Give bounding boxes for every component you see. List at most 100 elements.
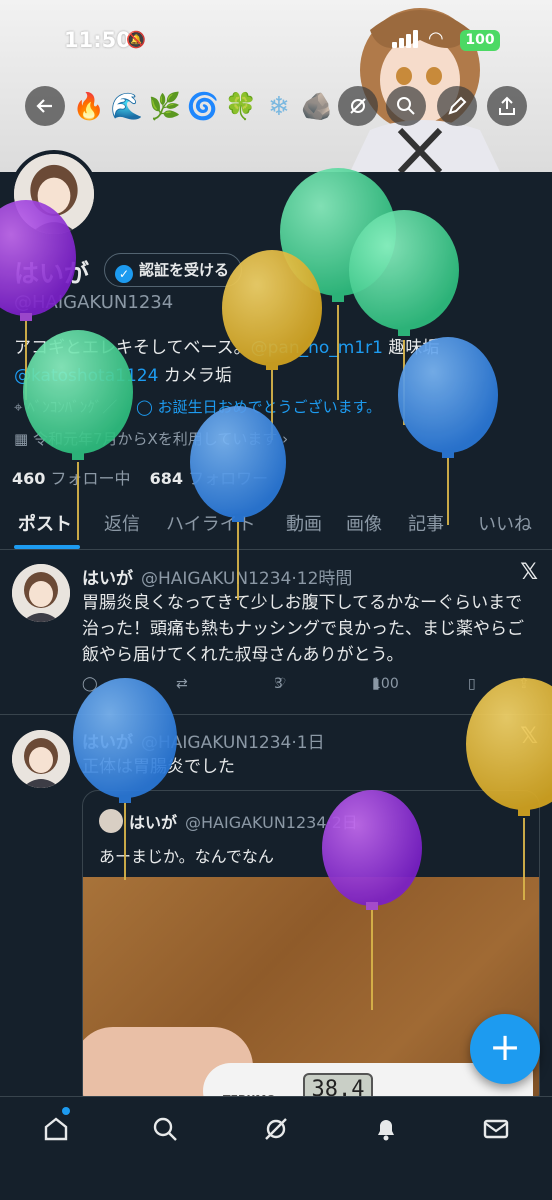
post-author: はいが @HAIGAKUN1234·12時間 xyxy=(82,564,352,589)
x-logo-icon: 𝕏 xyxy=(520,560,538,585)
view-count: 100 xyxy=(372,676,399,692)
author-name: はいが xyxy=(82,733,133,753)
location-icon: ⌖ xyxy=(14,398,23,416)
active-tab-indicator xyxy=(14,545,80,549)
bio-text: カメラ垢 xyxy=(158,366,232,386)
calendar-icon: ▦ xyxy=(14,430,29,448)
profile-tabs: ポスト 返信 ハイライト 動画 画像 記事 いいね xyxy=(0,500,552,550)
wifi-icon: ◠ xyxy=(428,28,444,49)
nav-home[interactable] xyxy=(36,1109,76,1149)
repost-icon[interactable]: ⇄ xyxy=(176,676,188,692)
tab-likes[interactable]: いいね xyxy=(478,510,532,536)
author-name: はいが xyxy=(129,813,178,832)
thermometer-photo[interactable]: TERUMO 38.4 xyxy=(83,877,539,1109)
profile-handle: @HAIGAKUN1234 xyxy=(14,292,174,313)
home-icon xyxy=(44,1117,68,1141)
post-author: はいが @HAIGAKUN1234·1日 xyxy=(82,728,325,753)
chevron-right-icon: › xyxy=(282,430,289,448)
x-logo-icon: 𝕏 xyxy=(520,724,538,749)
electro-icon: 🌀 xyxy=(186,92,220,122)
profile-name: はいが xyxy=(14,259,90,288)
edit-button[interactable] xyxy=(437,86,477,126)
notification-dot xyxy=(62,1107,70,1115)
nav-messages[interactable] xyxy=(476,1109,516,1149)
nav-search[interactable] xyxy=(145,1109,185,1149)
nav-notifications[interactable] xyxy=(366,1109,406,1149)
verified-check-icon: ✓ xyxy=(115,265,133,283)
quote-author: はいが @HAIGAKUN1234·2日 xyxy=(129,809,358,833)
post-meta: @HAIGAKUN1234·2日 xyxy=(185,813,358,832)
dendro-icon: 🍀 xyxy=(224,92,258,122)
post-meta: @HAIGAKUN1234·12時間 xyxy=(141,569,353,589)
bio-mention-link[interactable]: @pan_no_m1r1 xyxy=(251,338,383,358)
following-link[interactable]: 460 フォロー中 xyxy=(12,469,131,488)
follow-counts: 460 フォロー中 684 フォロワー xyxy=(12,465,268,489)
bookmark-icon[interactable]: ▯ xyxy=(468,676,476,692)
tab-posts[interactable]: ポスト xyxy=(18,510,72,536)
quote-text: あーまじか。なんでなん xyxy=(99,847,274,866)
reply-icon[interactable]: ◯ xyxy=(82,676,98,692)
author-name: はいが xyxy=(82,569,133,589)
post-text: 正体は胃腸炎でした xyxy=(82,757,235,777)
profile-avatar[interactable] xyxy=(10,150,98,238)
geo-icon: 🪨 xyxy=(300,92,334,122)
tab-highlights[interactable]: ハイライト xyxy=(166,510,256,536)
quoted-post[interactable]: はいが @HAIGAKUN1234·2日 あーまじか。なんでなん TERUMO 3… xyxy=(82,790,540,1110)
avatar[interactable] xyxy=(12,564,70,622)
get-verified-label: 認証を受ける xyxy=(139,261,230,279)
grok-icon xyxy=(350,98,366,114)
divider xyxy=(0,714,552,715)
balloon xyxy=(349,210,459,425)
profile-meta: ⌖ ﾍﾞﾝｺﾝﾊﾞﾝｸﾞ／ ◯ お誕生日おめでとうございます。 xyxy=(14,396,381,417)
get-verified-button[interactable]: ✓ 認証を受ける xyxy=(104,253,243,287)
grok-button[interactable] xyxy=(338,86,378,126)
clock: 11:50 xyxy=(64,28,131,52)
like-count: 3 xyxy=(274,676,283,692)
followers-link[interactable]: 684 フォロワー xyxy=(150,469,269,488)
joined-date[interactable]: ▦ 令和元年7月からXを利用しています › xyxy=(14,428,288,449)
followers-label: フォロワー xyxy=(188,469,269,488)
birthday-text: お誕生日おめでとうございます。 xyxy=(157,398,382,416)
bio-mention-link[interactable]: @katoshota1124 xyxy=(14,366,158,386)
back-button[interactable] xyxy=(25,86,65,126)
share-icon[interactable]: ⇪ xyxy=(518,676,530,692)
tab-replies[interactable]: 返信 xyxy=(104,510,140,536)
post-meta: @HAIGAKUN1234·1日 xyxy=(141,733,325,753)
pen-icon xyxy=(448,96,467,115)
element-icon-row: 🔥 🌊 🌿 🌀 🍀 ❄ 🪨 xyxy=(72,88,334,126)
tab-images[interactable]: 画像 xyxy=(346,510,382,536)
avatar-image xyxy=(14,154,94,234)
bell-icon xyxy=(378,1120,394,1141)
search-button[interactable] xyxy=(386,86,426,126)
arrow-left-icon xyxy=(36,99,52,113)
followers-count: 684 xyxy=(149,469,184,488)
bio-text: アコギとエレキそしてベース。 xyxy=(14,338,251,358)
hydro-icon: 🌊 xyxy=(110,92,144,122)
mute-icon: 🔕 xyxy=(126,30,146,49)
search-icon xyxy=(397,97,415,115)
anemo-icon: 🌿 xyxy=(148,92,182,122)
tab-articles[interactable]: 記事 xyxy=(408,510,444,536)
post-text: 胃腸炎良くなってきて少しお腹下してるかなーぐらいまで治った！頭痛も熱もナッシング… xyxy=(82,593,524,665)
mail-icon xyxy=(483,1119,509,1139)
location-text: ﾍﾞﾝｺﾝﾊﾞﾝｸﾞ／ xyxy=(27,398,118,416)
grok-icon xyxy=(265,1118,287,1140)
profile-bio: アコギとエレキそしてベース。@pan_no_m1r1 趣味垢 @katoshot… xyxy=(14,334,534,390)
post-actions: ◯ ⇄ ♡ 3 ▮ 100 ▯ ⇪ xyxy=(82,676,542,700)
share-button[interactable] xyxy=(487,86,527,126)
following-label: フォロー中 xyxy=(50,469,131,488)
joined-text: 令和元年7月からXを利用しています xyxy=(32,430,278,448)
search-icon xyxy=(153,1117,177,1141)
compose-button[interactable]: + xyxy=(470,1014,540,1084)
nav-grok[interactable] xyxy=(256,1109,296,1149)
avatar xyxy=(99,809,123,833)
avatar[interactable] xyxy=(12,730,70,788)
pyro-icon: 🔥 xyxy=(72,92,106,122)
status-bar: 11:50 🔕 ◠ 100 xyxy=(0,18,552,62)
following-count: 460 xyxy=(12,469,46,488)
bio-text: 趣味垢 xyxy=(382,338,440,358)
tab-videos[interactable]: 動画 xyxy=(286,510,322,536)
bottom-nav xyxy=(0,1096,552,1200)
balloon-icon: ◯ xyxy=(136,398,153,416)
battery-indicator: 100 xyxy=(460,30,500,51)
